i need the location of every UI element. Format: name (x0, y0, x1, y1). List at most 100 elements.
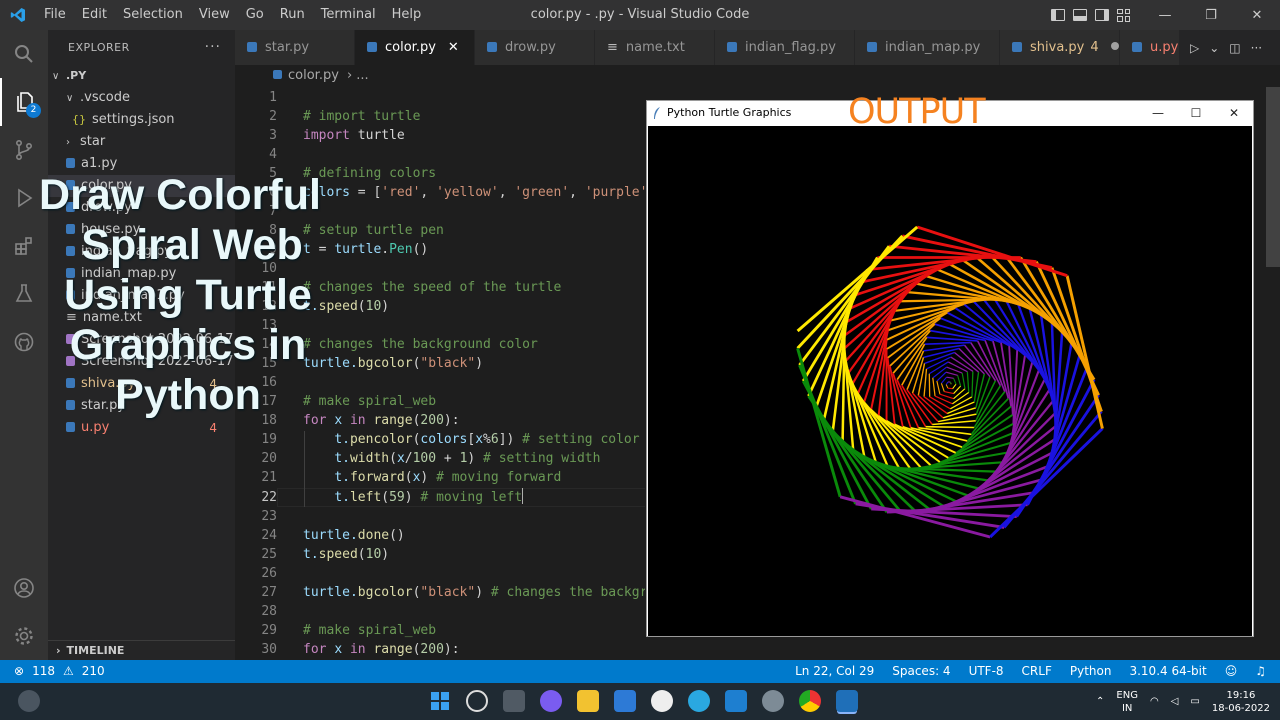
menu-help[interactable]: Help (384, 0, 430, 30)
breadcrumb-file[interactable]: color.py (288, 68, 339, 83)
menu-go[interactable]: Go (238, 0, 272, 30)
tab-name-txt[interactable]: ≡ name.txt (595, 30, 715, 65)
customize-layout-icon[interactable] (1117, 8, 1130, 22)
line-number: 27 (261, 585, 277, 600)
edge-icon[interactable] (688, 690, 710, 712)
store-icon[interactable] (614, 690, 636, 712)
tab-star-py[interactable]: star.py (235, 30, 355, 65)
split-editor-icon[interactable]: ◫ (1229, 41, 1240, 55)
code-token: ): (443, 413, 460, 428)
spiral-segment (953, 385, 962, 394)
code-token: ( (381, 490, 390, 505)
files-icon (15, 45, 33, 63)
vscode-taskbar-icon[interactable] (836, 690, 858, 712)
mail-icon[interactable] (725, 690, 747, 712)
tab-indian-map-py[interactable]: indian_map.py (855, 30, 1000, 65)
chevron-down-icon[interactable]: ⌄ (1209, 41, 1219, 55)
tree-root-label: .PY (66, 69, 87, 82)
task-view-icon[interactable] (503, 690, 525, 712)
line-number: 19 (261, 432, 277, 447)
file-explorer-icon[interactable] (577, 690, 599, 712)
search-icon[interactable] (466, 690, 488, 712)
app-icon[interactable] (651, 690, 673, 712)
account-icon (14, 578, 34, 598)
code-line: # make spiral_web (303, 621, 436, 640)
json-icon: {} (72, 113, 86, 126)
spiral-segment (961, 372, 966, 389)
tab-label: shiva.py (1030, 40, 1085, 55)
source-control-activity[interactable] (0, 126, 48, 174)
tab-indian-flag-py[interactable]: indian_flag.py (715, 30, 855, 65)
tree-root[interactable]: ∨ .PY (48, 65, 235, 87)
chat-icon[interactable] (540, 690, 562, 712)
close-window-icon[interactable]: ✕ (1234, 8, 1280, 23)
bell-icon[interactable]: ♫ (1255, 660, 1266, 683)
close-icon[interactable]: ✕ (1215, 101, 1253, 125)
run-file-icon[interactable]: ▷ (1190, 41, 1199, 55)
settings-icon[interactable] (762, 690, 784, 712)
scrollbar-thumb[interactable] (1266, 87, 1280, 267)
restore-icon[interactable]: ❐ (1188, 8, 1234, 23)
gear-icon (15, 627, 33, 645)
text-cursor (522, 488, 524, 504)
tree-item-settings[interactable]: {} settings.json (48, 109, 235, 131)
tree-item-star-folder[interactable]: › star (48, 131, 235, 153)
language-mode[interactable]: Python (1070, 660, 1112, 683)
menu-view[interactable]: View (191, 0, 238, 30)
tab-color-py[interactable]: color.py ✕ (355, 30, 475, 65)
code-line: t.width(x/100 + 1) # setting width (303, 449, 600, 468)
explorer-activity[interactable]: 2 (0, 78, 48, 126)
menu-terminal[interactable]: Terminal (313, 0, 384, 30)
turtle-window-title: Python Turtle Graphics (667, 106, 792, 119)
more-actions-icon[interactable]: ··· (205, 30, 221, 65)
toggle-secondary-sidebar-icon[interactable] (1095, 9, 1109, 21)
chrome-icon[interactable] (799, 690, 821, 712)
more-actions-icon[interactable]: ··· (1251, 41, 1262, 55)
line-number: 23 (261, 509, 277, 524)
timeline-section[interactable]: › TIMELINE (48, 640, 235, 660)
breadcrumb-more[interactable]: ... (356, 68, 368, 83)
minimize-icon[interactable]: — (1139, 101, 1177, 125)
start-icon[interactable] (429, 690, 451, 712)
spiral-segment (971, 371, 974, 397)
code-token: # import turtle (303, 109, 421, 124)
volume-icon[interactable]: ◁ (1171, 696, 1179, 707)
battery-icon[interactable]: ▭ (1190, 696, 1199, 707)
maximize-icon[interactable]: ☐ (1177, 101, 1215, 125)
close-icon[interactable]: ✕ (448, 40, 459, 55)
wifi-icon[interactable]: ◠ (1150, 696, 1159, 707)
feather-icon (654, 107, 660, 119)
weather-icon[interactable] (18, 690, 40, 712)
tab-u-py[interactable]: u.py (1120, 30, 1180, 65)
line-number: 29 (261, 623, 277, 638)
menu-file[interactable]: File (36, 0, 74, 30)
manage-activity[interactable] (0, 612, 48, 660)
line-endings[interactable]: CRLF (1022, 660, 1052, 683)
tab-drow-py[interactable]: drow.py (475, 30, 595, 65)
indentation[interactable]: Spaces: 4 (892, 660, 950, 683)
input-language[interactable]: ENG IN (1116, 689, 1138, 715)
chevron-up-icon[interactable]: ⌃ (1096, 696, 1104, 707)
tree-item-u[interactable]: u.py 4 (48, 417, 235, 439)
clock[interactable]: 19:16 18-06-2022 (1212, 689, 1270, 715)
toggle-sidebar-icon[interactable] (1051, 9, 1065, 21)
tab-shiva-py[interactable]: shiva.py 4 (1000, 30, 1120, 65)
search-activity[interactable] (0, 30, 48, 78)
menu-selection[interactable]: Selection (115, 0, 191, 30)
lang-secondary: IN (1121, 702, 1133, 714)
encoding[interactable]: UTF-8 (969, 660, 1004, 683)
cursor-position[interactable]: Ln 22, Col 29 (795, 660, 874, 683)
accounts-activity[interactable] (0, 564, 48, 612)
code-token: "black" (420, 585, 476, 600)
menu-run[interactable]: Run (272, 0, 313, 30)
toggle-panel-icon[interactable] (1073, 9, 1087, 21)
tree-item-vscode[interactable]: ∨ .vscode (48, 87, 235, 109)
minimize-icon[interactable]: — (1142, 8, 1188, 23)
line-number: 1 (269, 90, 277, 105)
editor-scrollbar[interactable] (1266, 87, 1280, 660)
menu-edit[interactable]: Edit (74, 0, 115, 30)
feedback-icon[interactable]: ☺ (1225, 660, 1238, 683)
python-interpreter[interactable]: 3.10.4 64-bit (1129, 660, 1206, 683)
problems-indicator[interactable]: ⊗ 118 ⚠ 210 (14, 660, 105, 683)
